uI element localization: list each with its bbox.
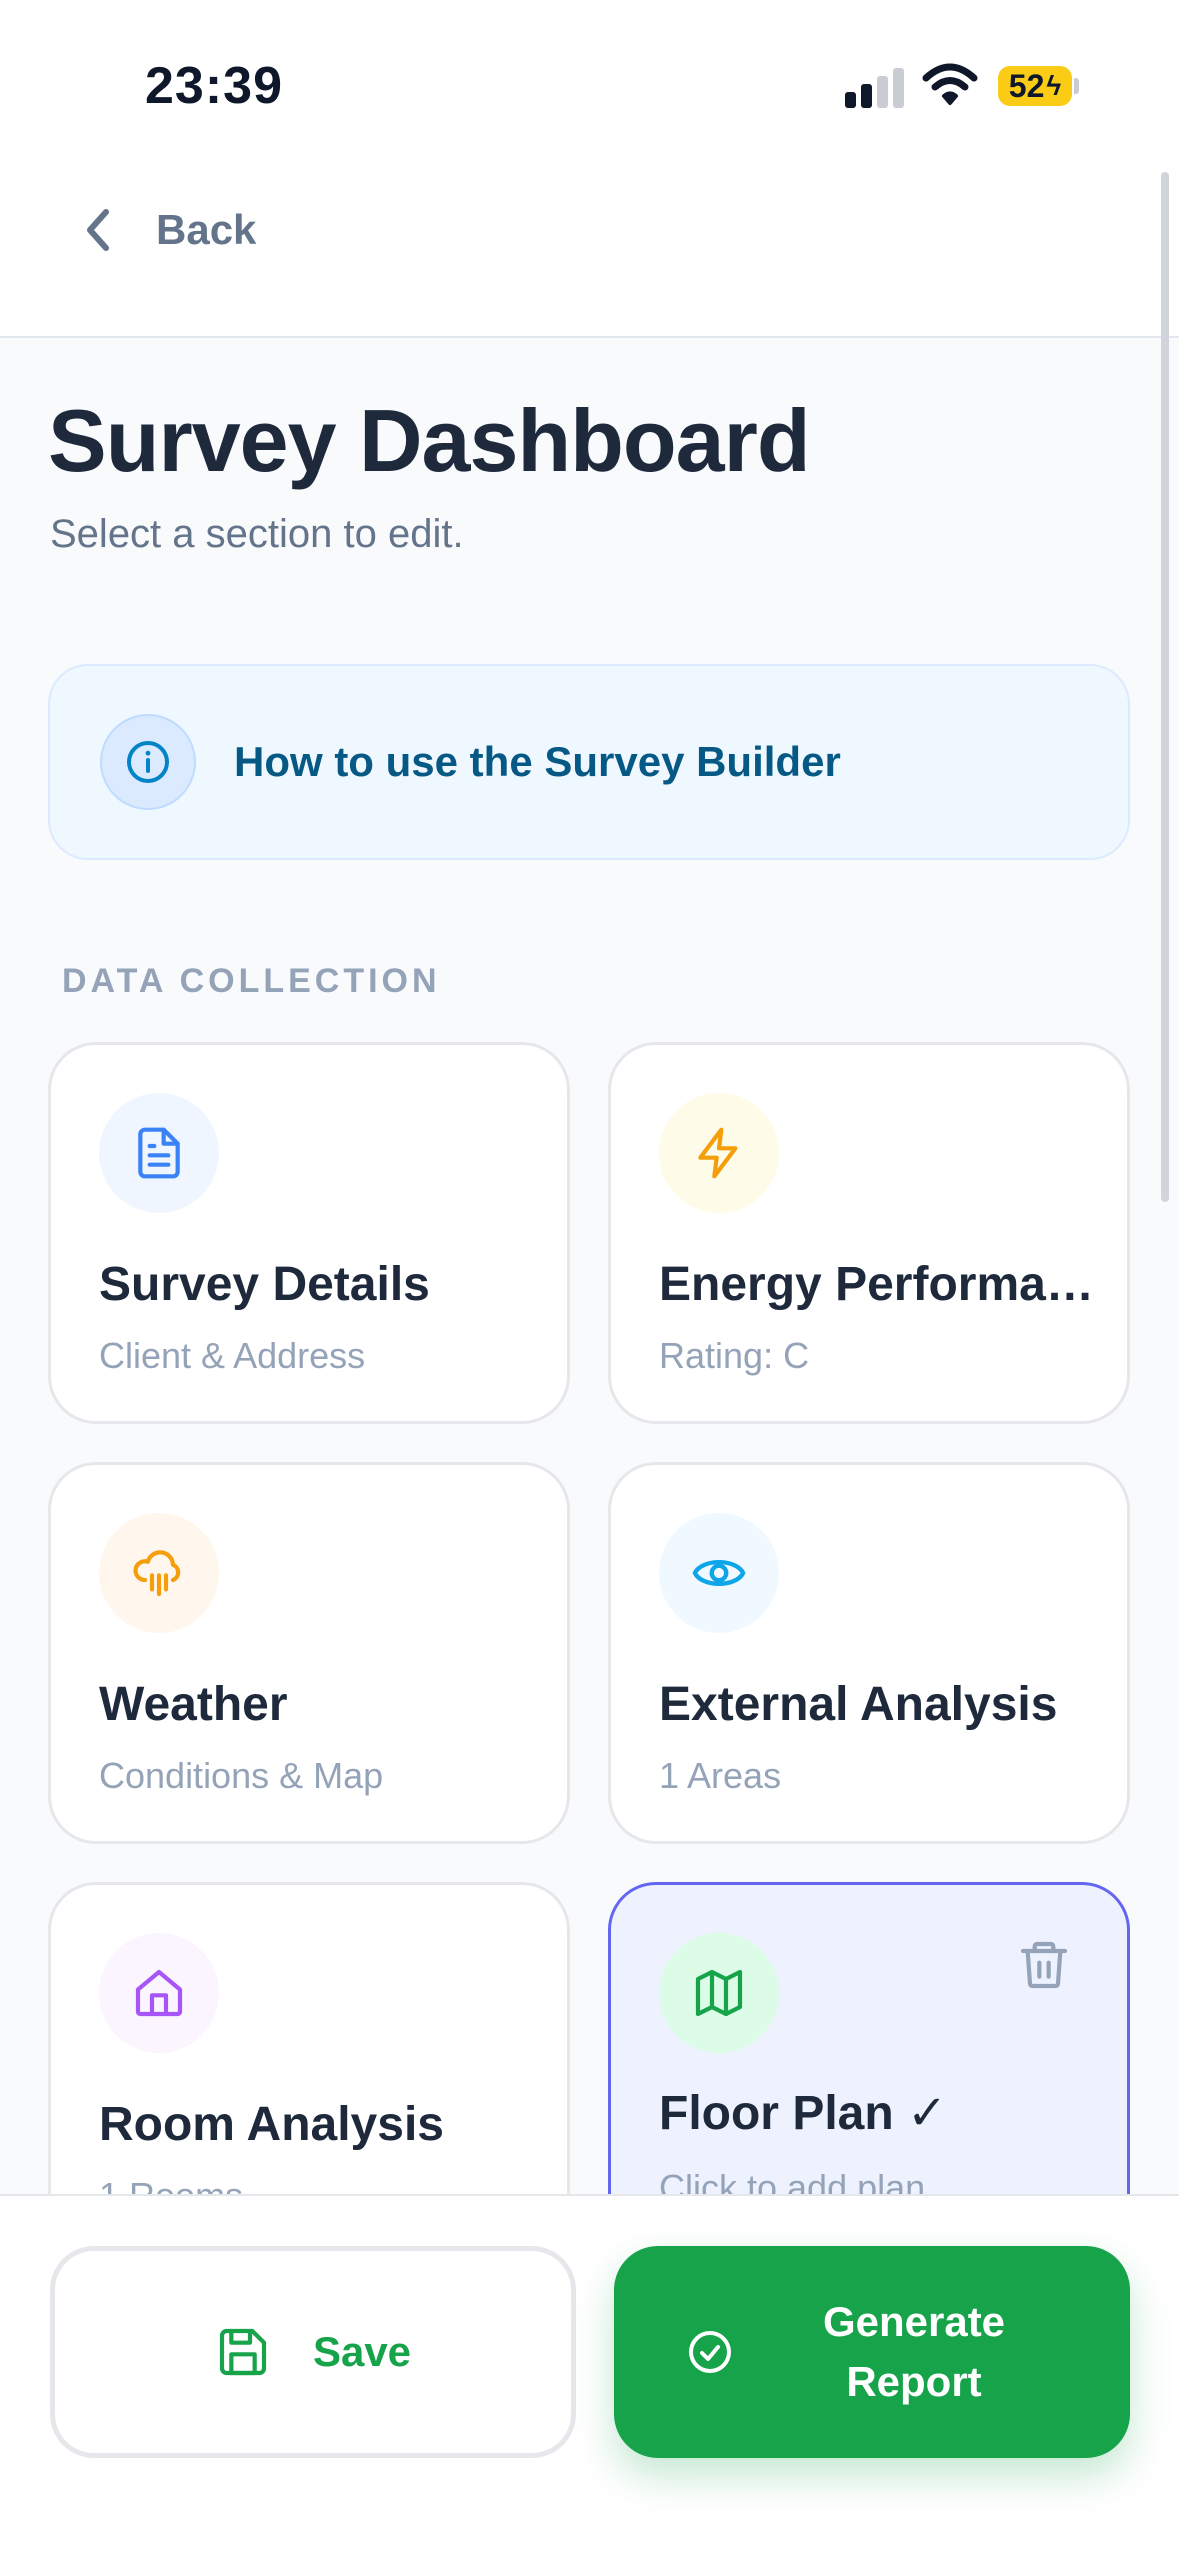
card-subtitle: Conditions & Map bbox=[99, 1755, 384, 1796]
rain-cloud-icon bbox=[133, 1550, 181, 1597]
card-title: Weather bbox=[99, 1678, 288, 1731]
save-label: Save bbox=[312, 2328, 412, 2375]
wifi-icon bbox=[922, 63, 978, 105]
generate-report-button[interactable]: Generate Report bbox=[614, 2246, 1130, 2458]
card-subtitle: 1 Areas bbox=[659, 1755, 782, 1796]
card-energy-performance[interactable]: Energy Performance Rating: C bbox=[608, 1042, 1130, 1424]
generate-report-label: Generate Report bbox=[822, 2298, 1006, 2405]
back-label: Back bbox=[156, 206, 257, 253]
card-title: Room Analysis bbox=[99, 2098, 444, 2151]
help-banner-text: How to use the Survey Builder bbox=[234, 738, 841, 785]
trash-icon[interactable] bbox=[1016, 1935, 1072, 1995]
card-icon-badge bbox=[99, 1093, 219, 1213]
charging-bolt-icon: ϟ bbox=[1046, 70, 1062, 101]
card-title: Survey Details bbox=[99, 1258, 430, 1311]
document-icon bbox=[138, 1127, 180, 1179]
battery-tip bbox=[1074, 78, 1079, 94]
check-circle-icon bbox=[689, 2331, 731, 2373]
card-icon-badge bbox=[99, 1513, 219, 1633]
card-weather[interactable]: Weather Conditions & Map bbox=[48, 1462, 570, 1844]
survey-builder-help-banner[interactable]: How to use the Survey Builder bbox=[48, 664, 1130, 860]
status-time: 23:39 bbox=[145, 57, 283, 115]
battery-level: 52 bbox=[1008, 67, 1045, 104]
card-icon-badge bbox=[659, 1093, 779, 1213]
section-label: DATA COLLECTION bbox=[62, 962, 441, 1000]
home-icon bbox=[135, 1969, 183, 2017]
card-external-analysis[interactable]: External Analysis 1 Areas bbox=[608, 1462, 1130, 1844]
card-title: Floor Plan ✓ bbox=[659, 2087, 948, 2140]
card-icon-badge bbox=[659, 1933, 779, 2053]
save-button[interactable]: Save bbox=[50, 2246, 576, 2458]
card-subtitle: Client & Address bbox=[99, 1335, 366, 1376]
scrollbar[interactable] bbox=[1161, 172, 1169, 1202]
card-icon-badge bbox=[99, 1933, 219, 2053]
back-button[interactable]: Back bbox=[82, 195, 256, 265]
eye-icon bbox=[692, 1560, 746, 1586]
cellular-signal-icon bbox=[845, 68, 905, 108]
card-title: External Analysis bbox=[659, 1678, 1058, 1731]
card-title: Energy Performance bbox=[659, 1258, 1099, 1311]
lightning-icon bbox=[698, 1127, 738, 1179]
battery-indicator: 52 ϟ bbox=[998, 66, 1072, 106]
page-title: Survey Dashboard bbox=[48, 391, 811, 490]
card-subtitle: Rating: C bbox=[659, 1335, 810, 1376]
info-icon bbox=[127, 741, 169, 783]
status-bar: 23:39 52 ϟ bbox=[0, 0, 1179, 170]
card-survey-details[interactable]: Survey Details Client & Address bbox=[48, 1042, 570, 1424]
chevron-left-icon bbox=[87, 209, 109, 251]
card-icon-badge bbox=[659, 1513, 779, 1633]
save-icon bbox=[219, 2328, 267, 2376]
info-icon-badge bbox=[100, 714, 196, 810]
page-subtitle: Select a section to edit. bbox=[50, 512, 464, 556]
map-icon bbox=[695, 1969, 743, 2017]
